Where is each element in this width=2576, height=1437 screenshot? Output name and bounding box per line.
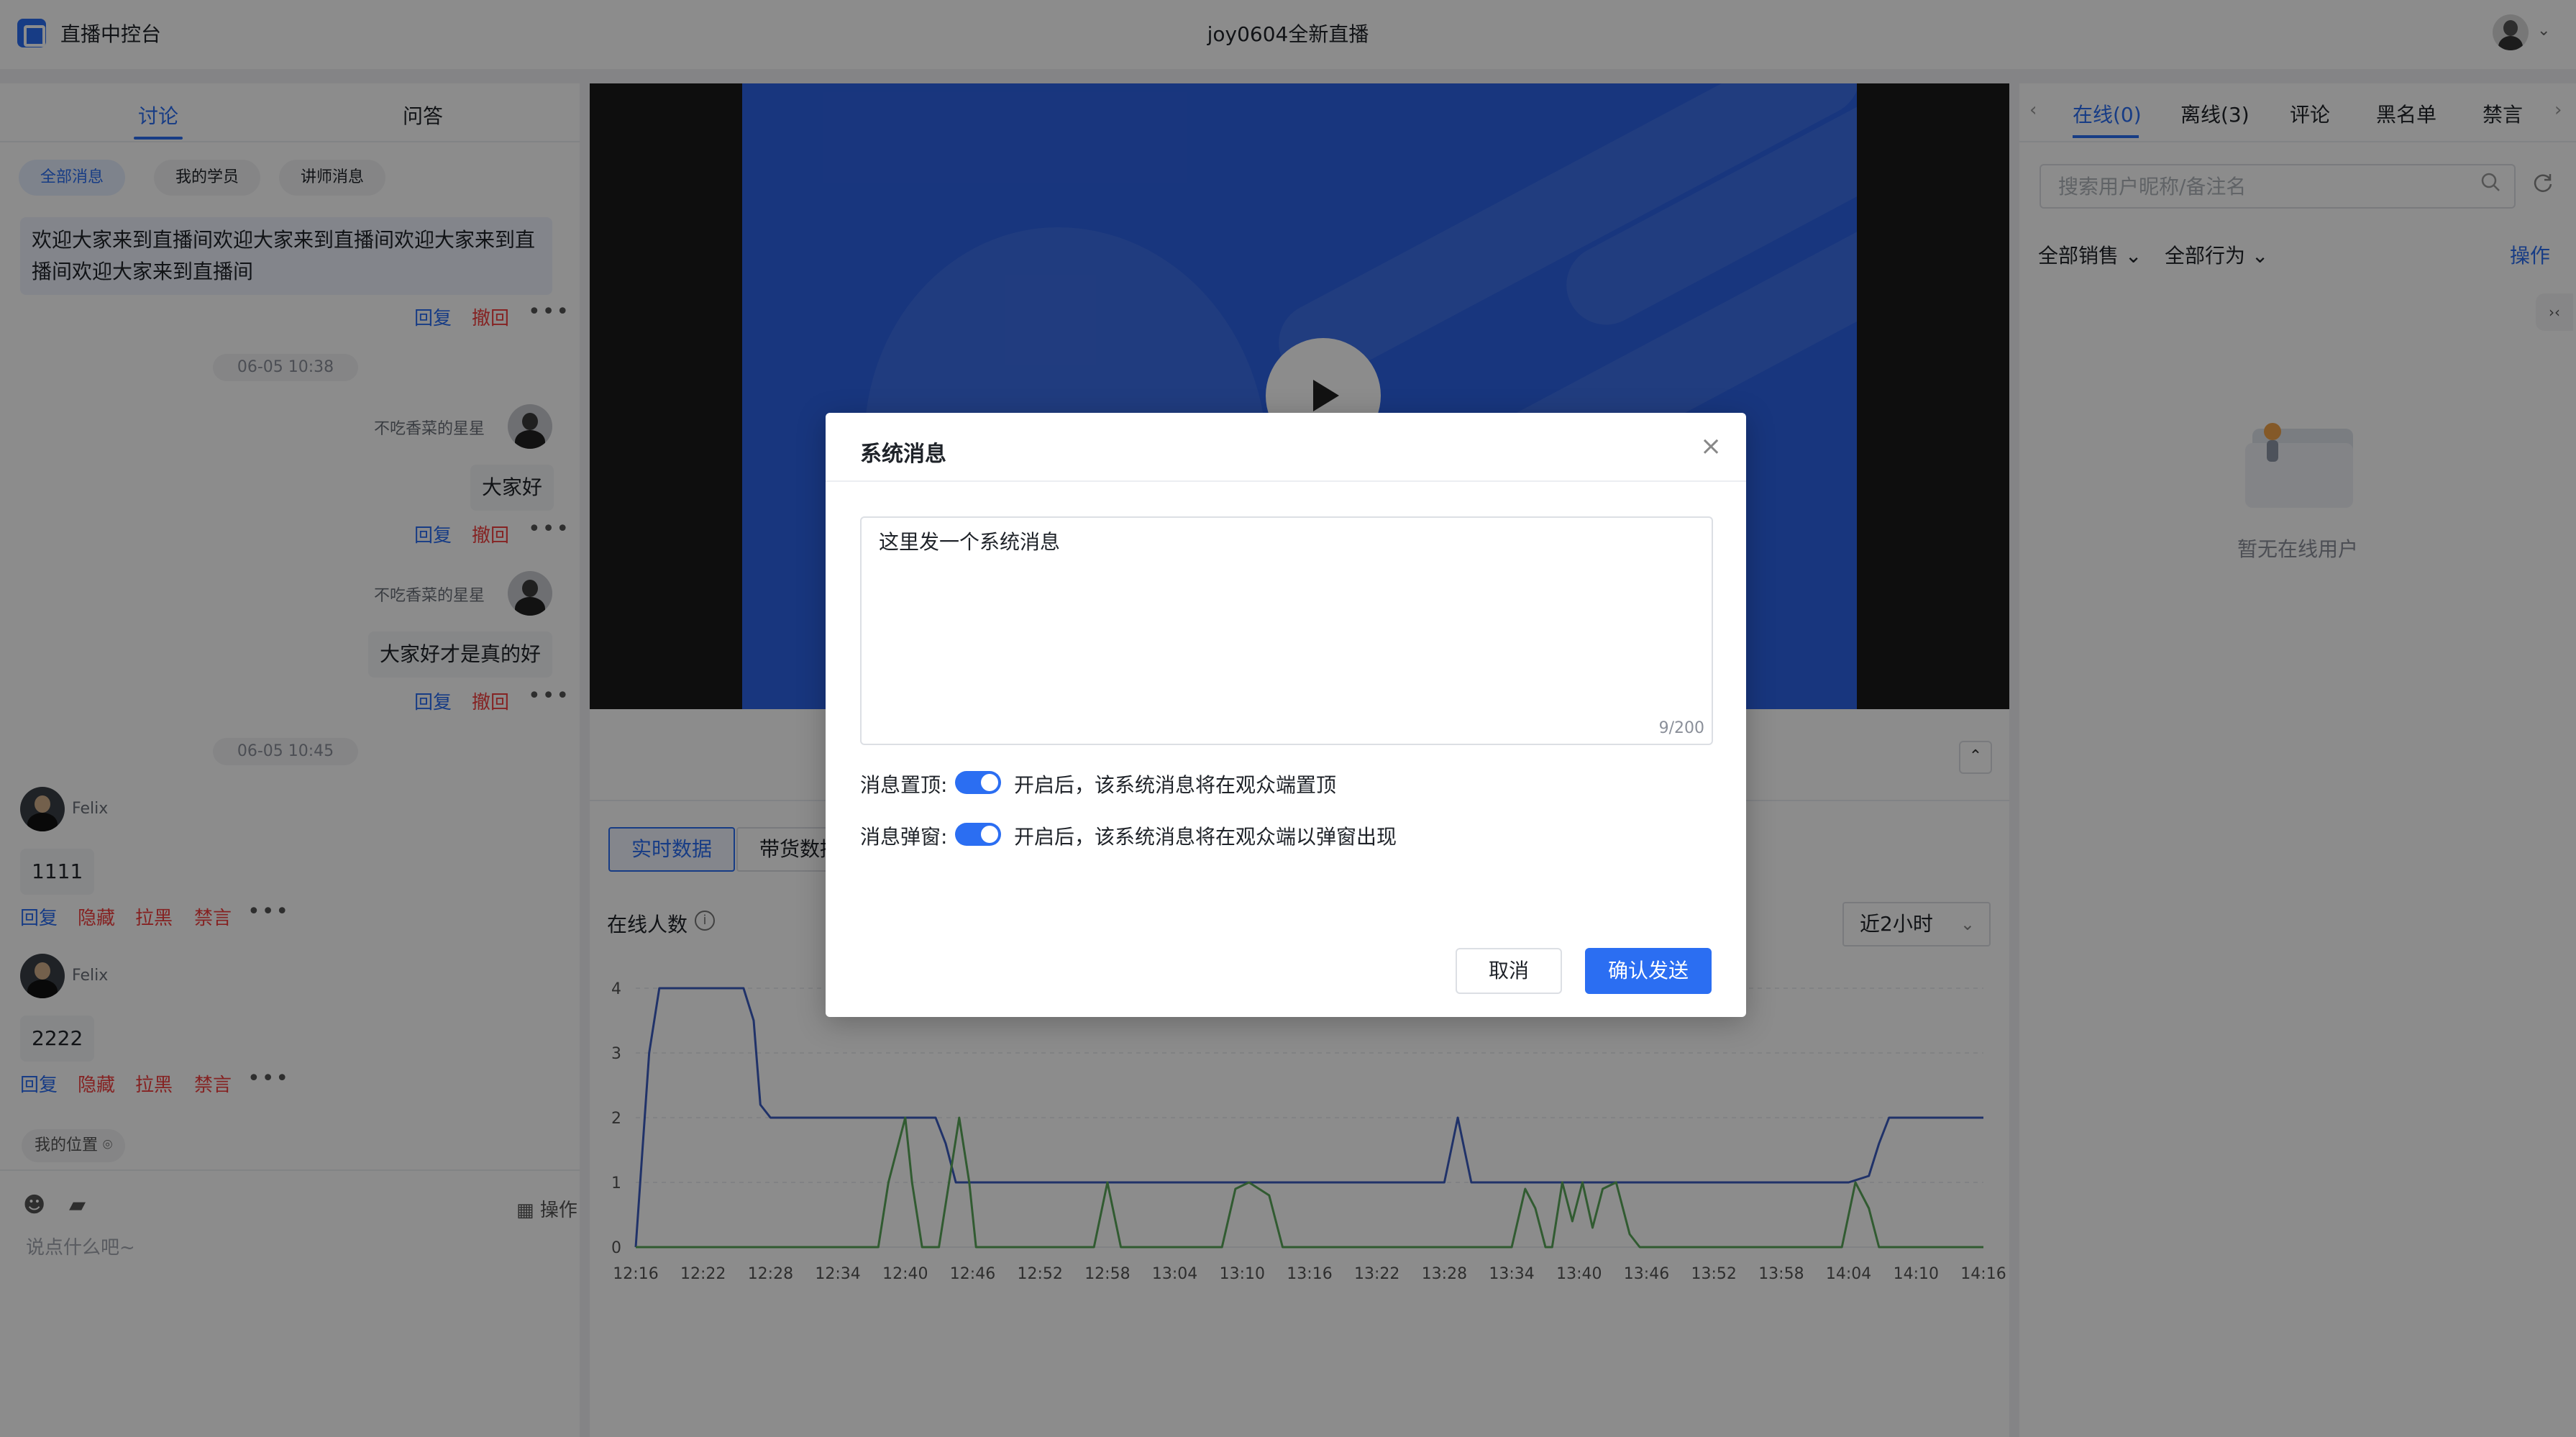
pin-option-label: 消息置顶: bbox=[860, 773, 948, 797]
divider bbox=[826, 480, 1746, 482]
popup-option-description: 开启后，该系统消息将在观众端以弹窗出现 bbox=[1014, 825, 1397, 849]
popup-toggle[interactable] bbox=[955, 823, 1001, 846]
pin-toggle[interactable] bbox=[955, 771, 1001, 794]
pin-option-description: 开启后，该系统消息将在观众端置顶 bbox=[1014, 773, 1337, 797]
system-message-dialog: 系统消息 × 9/200 消息置顶: 开启后，该系统消息将在观众端置顶 消息弹窗… bbox=[826, 413, 1746, 1017]
dialog-title: 系统消息 bbox=[860, 442, 946, 467]
confirm-send-button[interactable]: 确认发送 bbox=[1585, 948, 1712, 994]
close-icon[interactable]: × bbox=[1700, 432, 1722, 461]
system-message-input[interactable] bbox=[860, 516, 1713, 745]
char-counter: 9/200 bbox=[1658, 719, 1704, 737]
cancel-button[interactable]: 取消 bbox=[1456, 948, 1562, 994]
popup-option-label: 消息弹窗: bbox=[860, 825, 948, 849]
